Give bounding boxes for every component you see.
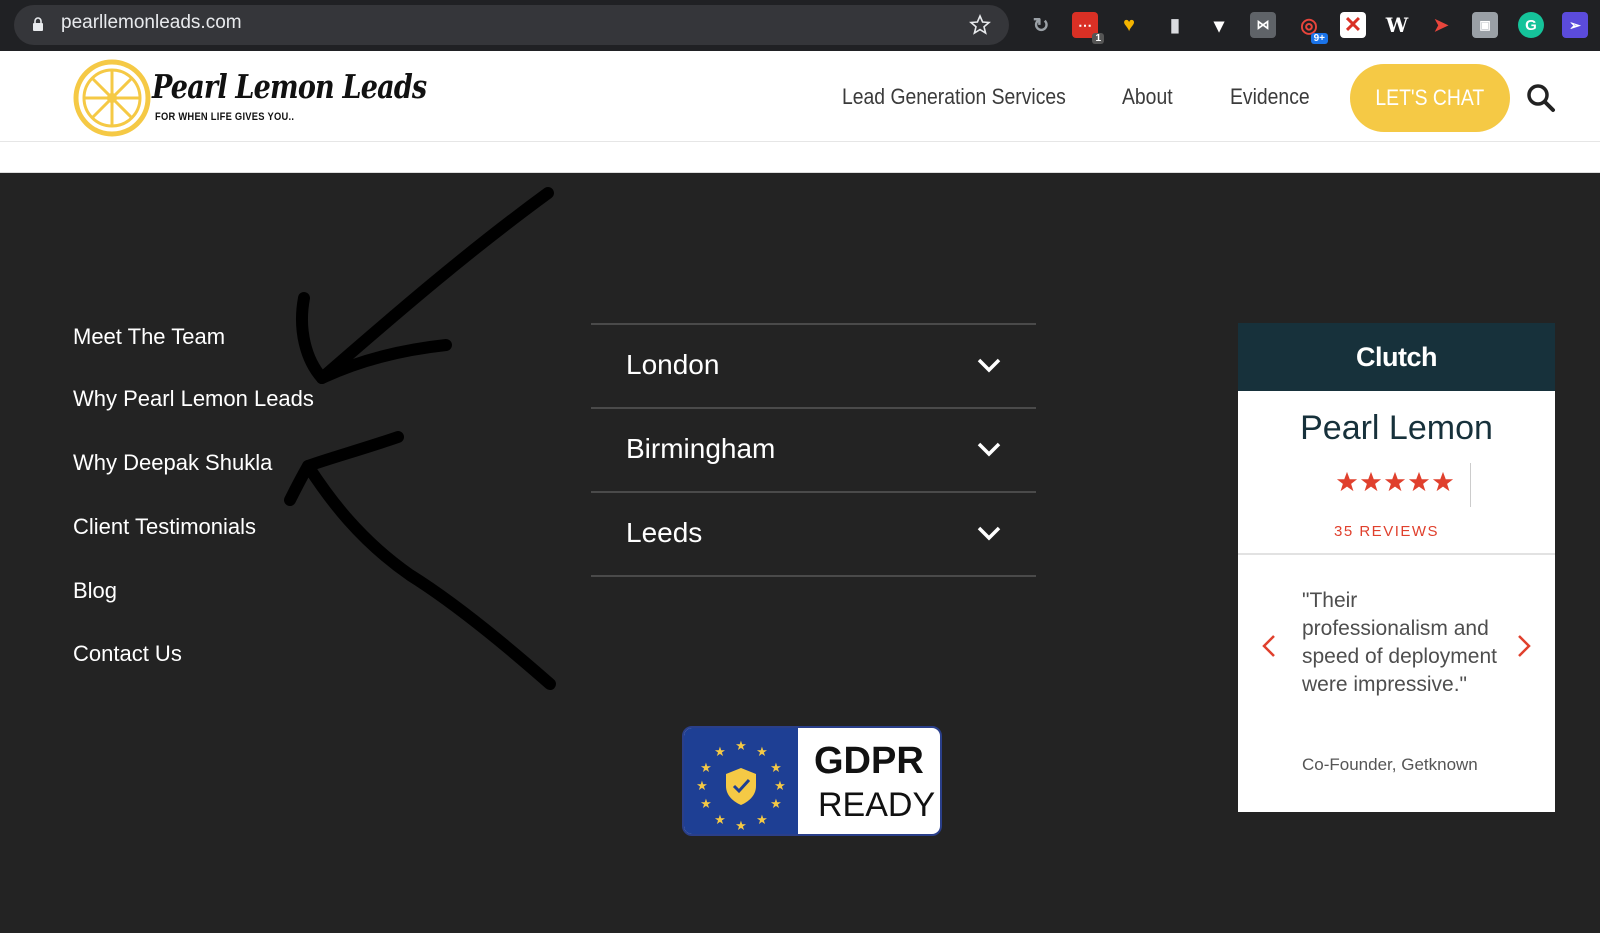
accordion-divider [591,575,1036,577]
clutch-logo[interactable]: Clutch [1238,342,1555,373]
radar-ext-icon[interactable]: ◎ 9+ [1296,12,1328,44]
arrow-line-lower [302,460,556,690]
gdpr-line2: READY [818,786,936,824]
refresh-c-icon[interactable]: ↻ [1028,12,1054,38]
svg-text:★: ★ [700,761,712,776]
footer-link-client-testimonials[interactable]: Client Testimonials [73,514,256,540]
accordion-london[interactable]: London [591,325,1036,407]
site-header: Pearl Lemon Leads FOR WHEN LIFE GIVES YO… [0,51,1600,142]
x-ext-icon[interactable]: ✕ [1340,12,1366,38]
svg-text:★: ★ [770,761,782,776]
rating-stars [1336,471,1454,493]
nav-evidence[interactable]: Evidence [1230,84,1310,110]
svg-text:★: ★ [735,819,747,834]
svg-text:★: ★ [714,745,726,760]
chevron-down-icon [977,442,1001,457]
url-text[interactable]: pearllemonleads.com [61,12,242,34]
diamond-ext-icon[interactable]: ▾ [1206,12,1232,38]
svg-text:★: ★ [700,797,712,812]
calendar-ext-icon[interactable]: ⋯ 1 [1072,12,1104,44]
page-bottom-strip [0,933,1600,951]
logo-tagline: FOR WHEN LIFE GIVES YOU.. [155,111,295,123]
clutch-header: Clutch [1238,323,1555,391]
arrow-line-upper [316,187,554,384]
nav-lead-generation-services[interactable]: Lead Generation Services [842,84,1066,110]
accordion-birmingham[interactable]: Birmingham [591,409,1036,491]
gray-ext-icon[interactable]: ▣ [1472,12,1498,38]
arrow-head-upper [296,292,452,384]
eu-flag: ★ ★ ★ ★ ★ ★ ★ ★ ★ ★ ★ ★ [684,728,798,834]
book-ext-icon[interactable]: ▮ [1162,12,1188,38]
svg-text:★: ★ [696,779,708,794]
clutch-company-name: Pearl Lemon [1300,409,1493,447]
chevron-right-icon[interactable] [1515,633,1533,659]
review-author: Co-Founder, Getknown [1302,755,1478,774]
accordion-label: Leeds [626,517,703,548]
search-icon[interactable] [1526,83,1556,113]
star-icon [1336,471,1358,492]
chevron-down-icon [977,358,1001,373]
bookmark-star-icon[interactable] [968,13,992,37]
footer-link-why-pearl-lemon-leads[interactable]: Why Pearl Lemon Leads [73,386,314,412]
gdpr-badge: ★ ★ ★ ★ ★ ★ ★ ★ ★ ★ ★ ★ GDPR READY [682,726,942,836]
star-icon [1432,471,1454,492]
chevron-left-icon[interactable] [1260,633,1278,659]
w-ext-icon[interactable]: W [1384,12,1410,38]
clutch-review-widget[interactable]: Clutch Pearl Lemon 35 REVIEWS "Their pro… [1238,323,1555,812]
arrow-head-lower [284,431,404,506]
svg-text:★: ★ [756,813,768,828]
nav-about[interactable]: About [1122,84,1173,110]
svg-text:★: ★ [774,779,786,794]
svg-text:★: ★ [735,739,747,754]
footer-link-contact-us[interactable]: Contact Us [73,641,182,667]
svg-text:★: ★ [756,745,768,760]
svg-text:★: ★ [770,797,782,812]
heart-ext-icon[interactable]: ♥ [1116,12,1142,38]
footer-link-blog[interactable]: Blog [73,578,117,604]
butterfly-ext-icon[interactable]: ⋈ [1250,12,1276,38]
logo-name[interactable]: Pearl Lemon Leads [152,67,427,106]
bird-ext-icon[interactable]: ➤ [1428,12,1454,38]
lets-chat-button[interactable]: LET'S CHAT [1350,64,1510,132]
browser-toolbar: pearllemonleads.com ↻ ⋯ 1 ♥ ▮ ▾ ⋈ ◎ 9+ ✕ W… [0,0,1600,51]
header-spacer [0,142,1600,173]
accordion-leeds[interactable]: Leeds [591,493,1036,575]
clutch-separator [1238,553,1555,555]
accordion-label: Birmingham [626,433,776,464]
lock-icon [33,17,43,31]
lets-chat-label: LET'S CHAT [1375,85,1485,110]
review-quote: "Their professionalism and speed of depl… [1302,589,1497,696]
rating-divider [1470,463,1471,507]
reviews-count-link[interactable]: 35 REVIEWS [1334,523,1439,540]
star-icon [1384,471,1406,492]
lemon-logo-icon[interactable] [73,59,151,137]
star-icon [1408,471,1430,492]
footer-link-why-deepak-shukla[interactable]: Why Deepak Shukla [73,450,272,476]
chevron-down-icon [977,526,1001,541]
eu-stars-shield-icon: ★ ★★ ★★★ ★★★ ★★★ [696,739,786,834]
star-icon [1360,471,1382,492]
gdpr-line1: GDPR [814,740,924,782]
svg-text:★: ★ [714,813,726,828]
footer-link-meet-the-team[interactable]: Meet The Team [73,324,225,350]
accordion-label: London [626,349,720,380]
pointer-ext-icon[interactable]: ➢ [1562,12,1588,38]
grammarly-icon[interactable]: G [1518,12,1544,38]
